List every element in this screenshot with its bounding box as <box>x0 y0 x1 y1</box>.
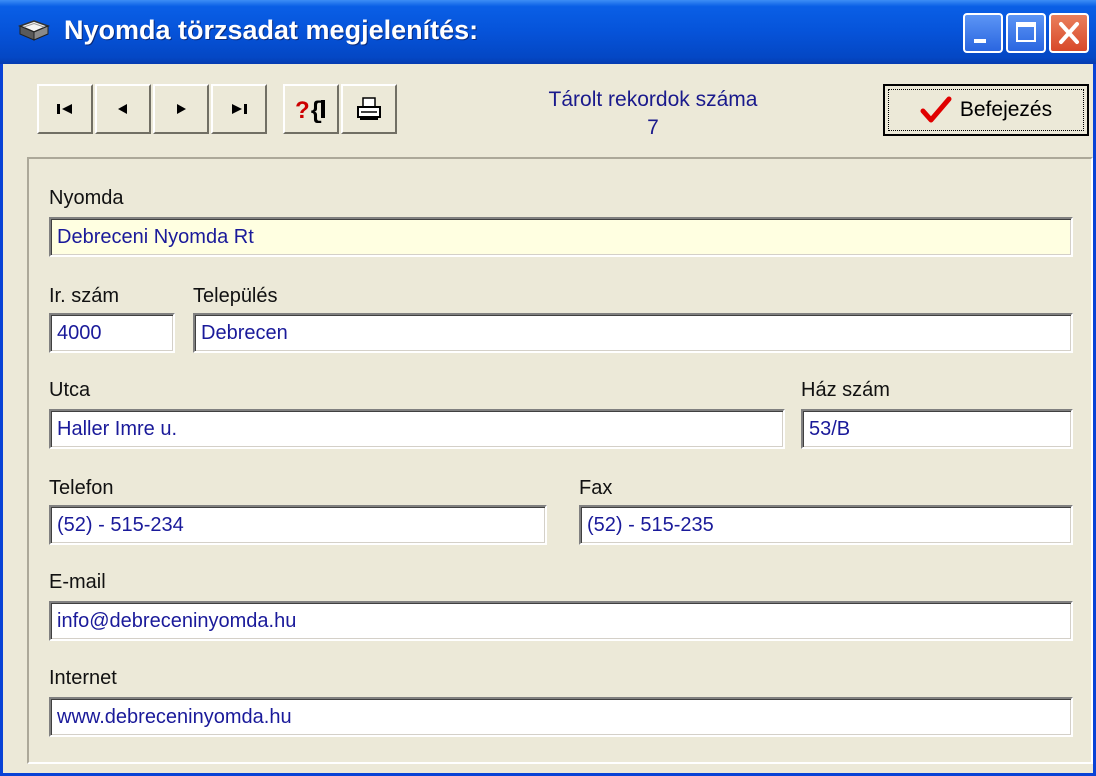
irszam-field[interactable]: 4000 <box>49 313 175 353</box>
telepules-field[interactable]: Debrecen <box>193 313 1073 353</box>
printer-icon <box>357 97 381 120</box>
maximize-icon <box>1016 22 1036 42</box>
svg-text:?: ? <box>295 97 310 124</box>
next-record-icon <box>177 104 186 114</box>
search-button[interactable]: ? { <box>283 84 339 134</box>
fax-field[interactable]: (52) - 515-235 <box>579 505 1073 545</box>
utca-field[interactable]: Haller Imre u. <box>49 409 785 449</box>
title-bar[interactable]: Nyomda törzsadat megjelenítés: <box>0 0 1096 64</box>
close-icon <box>1059 22 1079 44</box>
window-title: Nyomda törzsadat megjelenítés: <box>64 15 479 45</box>
internet-field[interactable]: www.debreceninyomda.hu <box>49 697 1073 737</box>
hazszam-field[interactable]: 53/B <box>801 409 1073 449</box>
next-record-button[interactable] <box>153 84 209 134</box>
finish-button-label: Befejezés <box>959 98 1053 121</box>
minimize-button[interactable] <box>963 13 1003 53</box>
query-icon: ? { <box>295 97 325 124</box>
telefon-field[interactable]: (52) - 515-234 <box>49 505 547 545</box>
record-count-label: Tárolt rekordok száma <box>548 88 758 111</box>
fax-label: Fax <box>579 477 613 499</box>
telepules-label: Település <box>193 285 278 307</box>
form-panel: Nyomda Debreceni Nyomda Rt Ir. szám 4000… <box>27 157 1093 764</box>
checkmark-icon <box>920 96 952 123</box>
hazszam-label: Ház szám <box>801 379 890 401</box>
record-count-value: 7 <box>647 116 659 139</box>
maximize-button[interactable] <box>1006 13 1046 53</box>
previous-record-button[interactable] <box>95 84 151 134</box>
internet-label: Internet <box>49 667 117 689</box>
nyomda-label: Nyomda <box>49 187 124 209</box>
first-record-icon <box>57 104 72 114</box>
email-field[interactable]: info@debreceninyomda.hu <box>49 601 1073 641</box>
first-record-button[interactable] <box>37 84 93 134</box>
minimize-icon <box>974 39 986 43</box>
utca-label: Utca <box>49 379 91 401</box>
telefon-label: Telefon <box>49 477 114 499</box>
finish-button[interactable]: Befejezés <box>883 84 1089 136</box>
close-button[interactable] <box>1049 13 1089 53</box>
email-label: E-mail <box>49 571 106 593</box>
previous-record-icon <box>118 104 127 114</box>
irszam-label: Ir. szám <box>49 285 120 307</box>
last-record-button[interactable] <box>211 84 267 134</box>
last-record-icon <box>232 104 247 114</box>
book-icon <box>17 18 51 46</box>
app-window: Nyomda törzsadat megjelenítés: ? {Tárol… <box>0 0 1096 776</box>
nyomda-field[interactable]: Debreceni Nyomda Rt <box>49 217 1073 257</box>
print-button[interactable] <box>341 84 397 134</box>
toolbar: ? { Tárolt rekordok száma 7 Befejezés <box>3 64 1093 150</box>
